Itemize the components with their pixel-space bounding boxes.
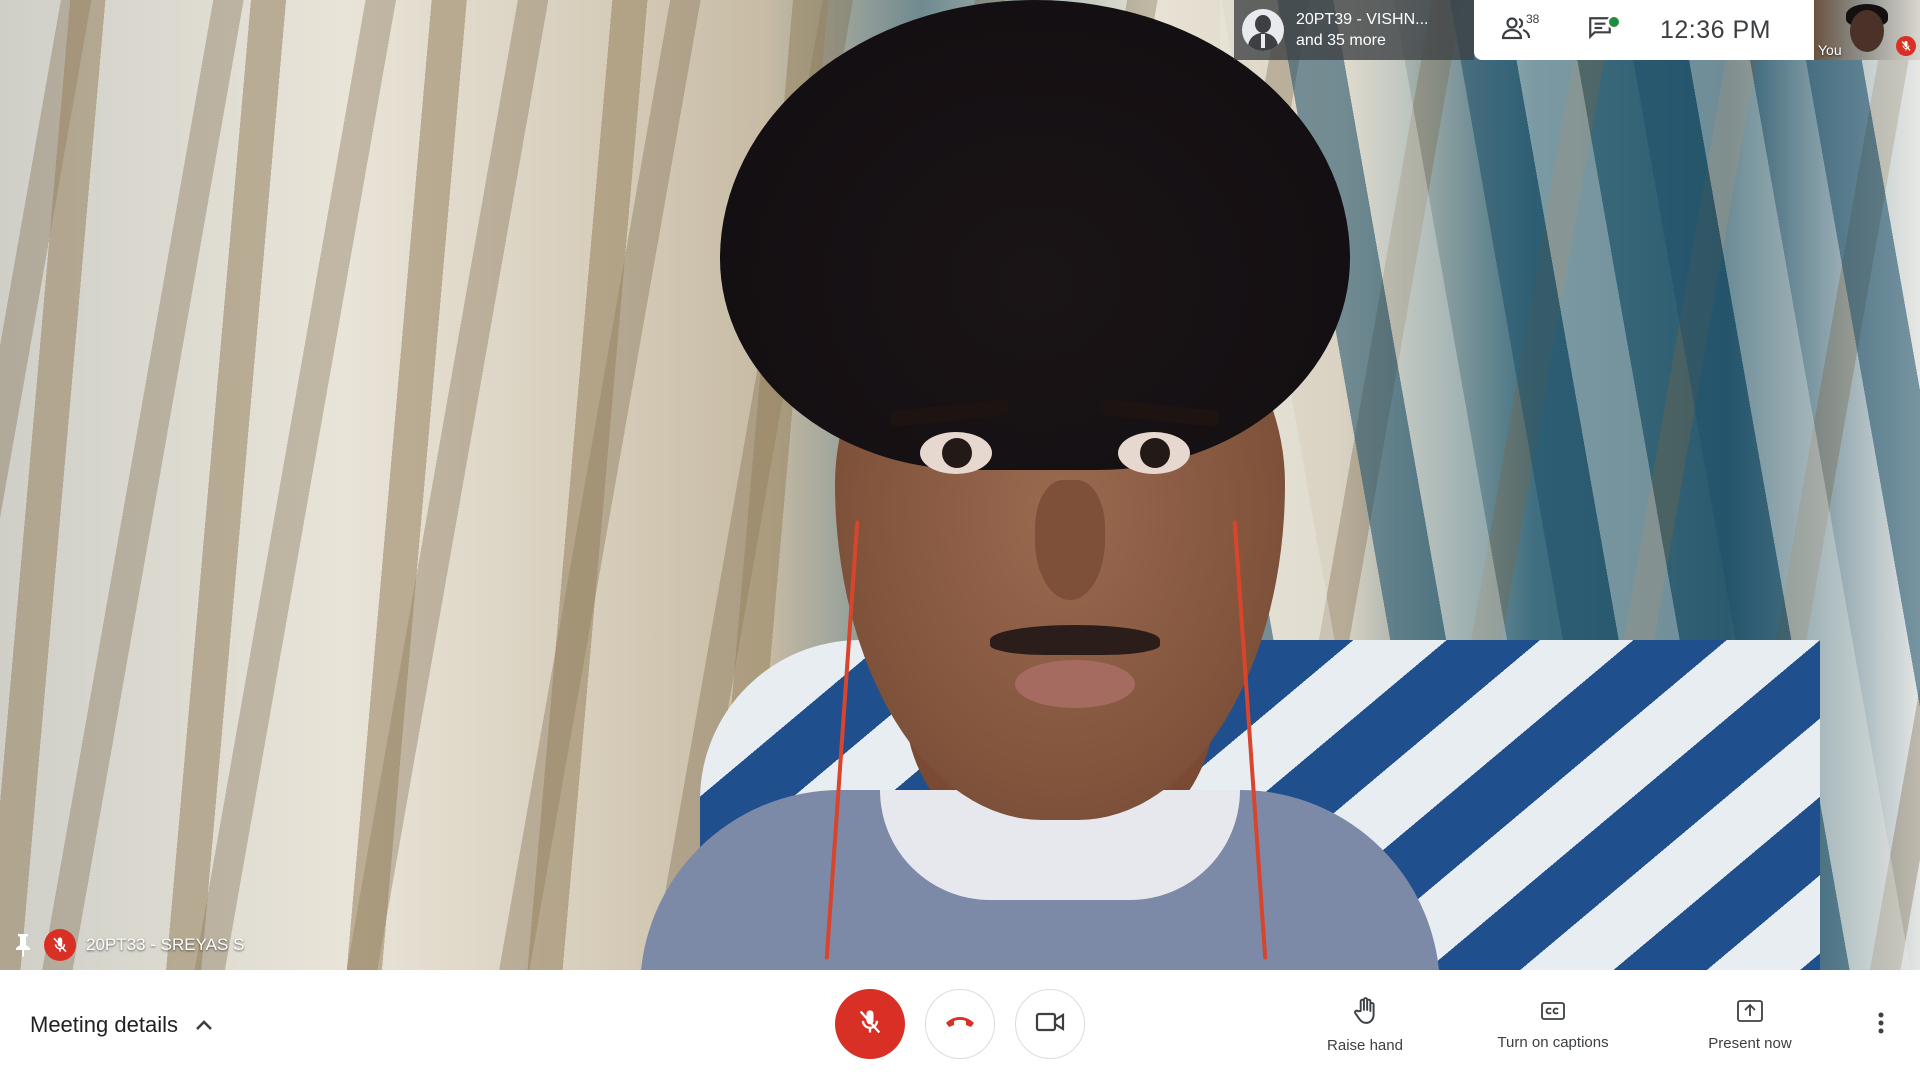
mic-off-icon [44, 929, 76, 961]
present-icon [1736, 999, 1764, 1027]
bottom-control-bar: Meeting details Raise hand Turn on capti… [0, 970, 1920, 1080]
self-view-tile[interactable]: You [1814, 0, 1920, 60]
participants-preview-chip[interactable]: 20PT39 - VISHN... and 35 more [1234, 0, 1474, 60]
speaker-name-label: 20PT33 - SREYAS S [12, 929, 245, 961]
self-view-label: You [1818, 42, 1842, 58]
camera-toggle-button[interactable] [1015, 989, 1085, 1059]
mic-off-icon [1896, 36, 1916, 56]
participant-chip-more: and 35 more [1296, 32, 1386, 49]
pin-icon[interactable] [12, 932, 34, 958]
speaker-name-text: 20PT33 - SREYAS S [86, 935, 245, 954]
raise-hand-label: Raise hand [1327, 1036, 1403, 1054]
turn-on-captions-button[interactable]: Turn on captions [1478, 990, 1628, 1060]
present-now-label: Present now [1708, 1034, 1792, 1052]
avatar [1242, 9, 1284, 51]
chat-unread-dot [1607, 15, 1621, 29]
mic-off-icon [856, 1008, 884, 1041]
leave-call-button[interactable] [925, 989, 995, 1059]
top-info-bar: 38 12:36 PM [1474, 0, 1814, 60]
meeting-clock: 12:36 PM [1660, 15, 1772, 44]
more-vert-icon [1878, 1012, 1884, 1039]
raise-hand-button[interactable]: Raise hand [1310, 990, 1420, 1060]
meeting-details-button[interactable]: Meeting details [30, 970, 214, 1080]
captions-icon [1540, 1000, 1566, 1026]
hangup-icon [944, 1013, 976, 1036]
microphone-toggle-button[interactable] [835, 989, 905, 1059]
show-everyone-button[interactable]: 38 [1474, 0, 1558, 60]
main-video-tile: 20PT33 - SREYAS S [0, 0, 1920, 970]
participant-video-person [0, 0, 1920, 970]
raise-hand-icon [1352, 996, 1378, 1029]
captions-label: Turn on captions [1497, 1033, 1609, 1051]
chat-button[interactable] [1558, 0, 1642, 60]
chevron-up-icon [194, 1012, 214, 1038]
more-options-button[interactable] [1866, 1000, 1896, 1050]
people-count-badge: 38 [1526, 12, 1540, 26]
participant-chip-name: 20PT39 - VISHN... [1296, 11, 1429, 28]
present-now-button[interactable]: Present now [1690, 990, 1810, 1060]
meeting-details-label: Meeting details [30, 1012, 178, 1037]
camera-icon [1035, 1011, 1065, 1038]
